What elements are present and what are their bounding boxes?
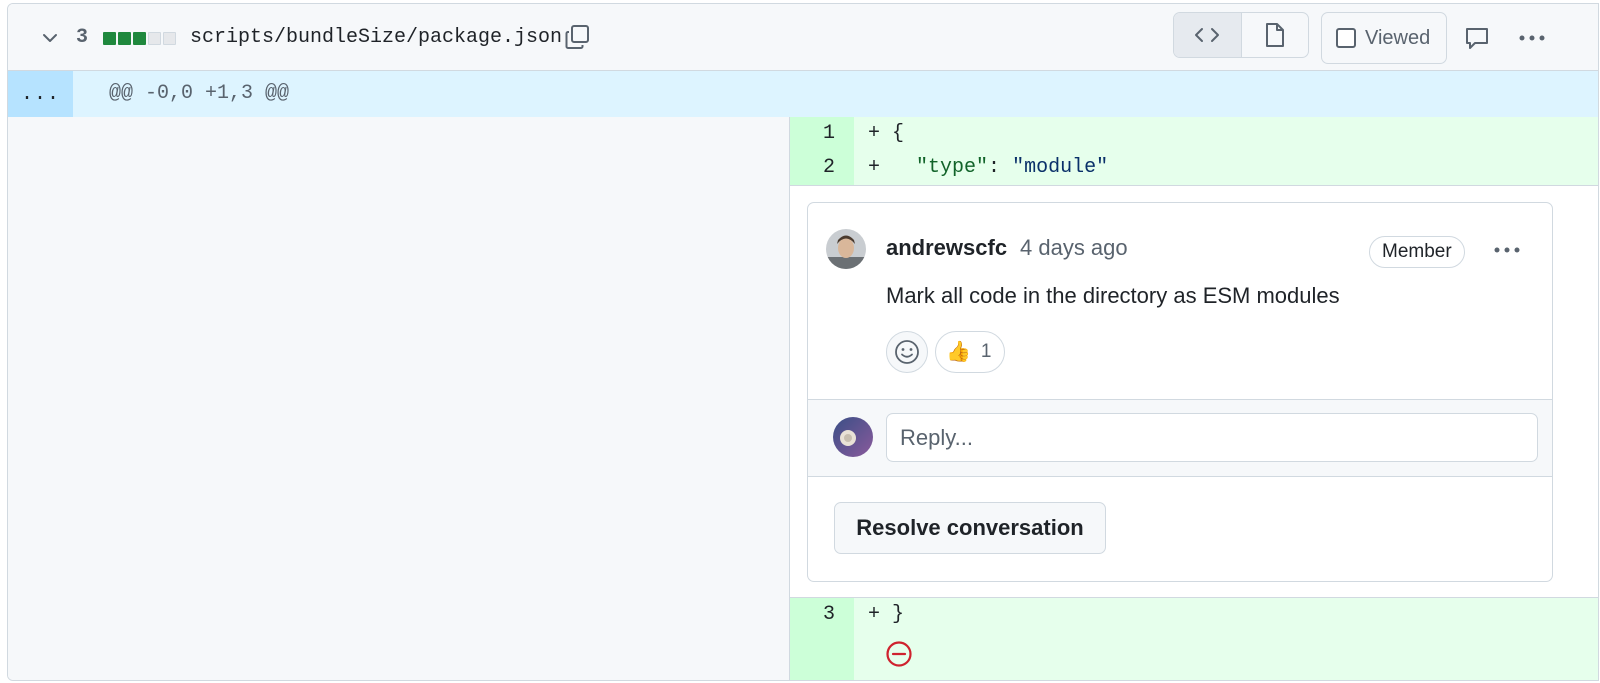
- diff-line-added: 3 + }: [790, 598, 1598, 680]
- change-count: 3: [76, 26, 89, 49]
- file-path-link[interactable]: scripts/bundleSize/package.json: [190, 26, 562, 49]
- reply-bar: [808, 399, 1552, 477]
- smiley-icon: [895, 340, 919, 364]
- line-content: }: [880, 603, 905, 626]
- reaction-count: 1: [980, 341, 992, 362]
- diffstat: [103, 32, 176, 45]
- line-code: + "type": "module": [868, 151, 1108, 185]
- avatar: [833, 417, 873, 457]
- chevron-down-icon[interactable]: [40, 28, 60, 48]
- diffstat-block-added: [133, 32, 146, 45]
- line-number[interactable]: 1: [790, 117, 854, 151]
- hunk-header: @@ -0,0 +1,3 @@: [109, 82, 290, 105]
- diffstat-block-neutral: [163, 32, 176, 45]
- comment-timestamp[interactable]: 4 days ago: [1020, 235, 1128, 261]
- line-code: + }: [868, 598, 904, 632]
- reply-input[interactable]: [886, 413, 1538, 462]
- line-code: + {: [868, 117, 904, 151]
- copy-icon[interactable]: [563, 22, 593, 52]
- avatar[interactable]: [826, 229, 866, 269]
- left-side-empty: [8, 117, 790, 680]
- diff-file: 3 scripts/bundleSize/package.json Viewed…: [7, 3, 1599, 681]
- code-icon: [1195, 28, 1220, 42]
- diff-line-added: 1 + {: [790, 117, 1598, 151]
- line-prefix: +: [868, 156, 881, 179]
- resolve-conversation-button[interactable]: Resolve conversation: [834, 502, 1106, 554]
- comment-author[interactable]: andrewscfc: [886, 235, 1007, 261]
- hunk-header-row: ... @@ -0,0 +1,3 @@: [8, 71, 1598, 117]
- comment-thread-row: andrewscfc 4 days ago Member Mark all co…: [790, 185, 1598, 598]
- line-number[interactable]: 3: [790, 598, 854, 632]
- json-separator: :: [988, 156, 1013, 179]
- diffstat-block-added: [103, 32, 116, 45]
- line-number[interactable]: 2: [790, 151, 854, 185]
- line-number-gutter: [790, 632, 854, 680]
- kebab-horizontal-icon[interactable]: [1516, 24, 1548, 52]
- view-toggle: [1173, 12, 1309, 58]
- blocked-icon[interactable]: [885, 640, 913, 668]
- diff-line-added: 2 + "type": "module": [790, 151, 1598, 185]
- comment-body: Mark all code in the directory as ESM mo…: [886, 283, 1340, 308]
- reaction-thumbs-up[interactable]: 👍 1: [935, 331, 1006, 373]
- file-icon: [1265, 23, 1284, 47]
- review-thread: andrewscfc 4 days ago Member Mark all co…: [807, 202, 1553, 582]
- add-reaction-button[interactable]: [886, 331, 928, 373]
- json-key: "type": [916, 156, 989, 179]
- diffstat-block-added: [118, 32, 131, 45]
- diffstat-block-neutral: [148, 32, 161, 45]
- expand-hunk-button[interactable]: ...: [8, 71, 73, 117]
- viewed-toggle-button[interactable]: Viewed: [1321, 12, 1447, 64]
- rich-view-button[interactable]: [1242, 13, 1309, 57]
- viewed-checkbox[interactable]: [1336, 28, 1356, 48]
- author-role-badge: Member: [1369, 236, 1465, 268]
- json-value: "module": [1012, 156, 1109, 179]
- thumbs-up-icon: 👍: [946, 341, 971, 363]
- kebab-horizontal-icon[interactable]: [1491, 239, 1523, 261]
- line-content: {: [880, 122, 905, 145]
- line-prefix: +: [868, 122, 881, 145]
- viewed-label: Viewed: [1365, 26, 1431, 49]
- file-header: 3 scripts/bundleSize/package.json Viewed: [8, 4, 1598, 71]
- comment-icon[interactable]: [1463, 24, 1491, 52]
- line-prefix: +: [868, 603, 881, 626]
- code-view-button[interactable]: [1174, 13, 1242, 57]
